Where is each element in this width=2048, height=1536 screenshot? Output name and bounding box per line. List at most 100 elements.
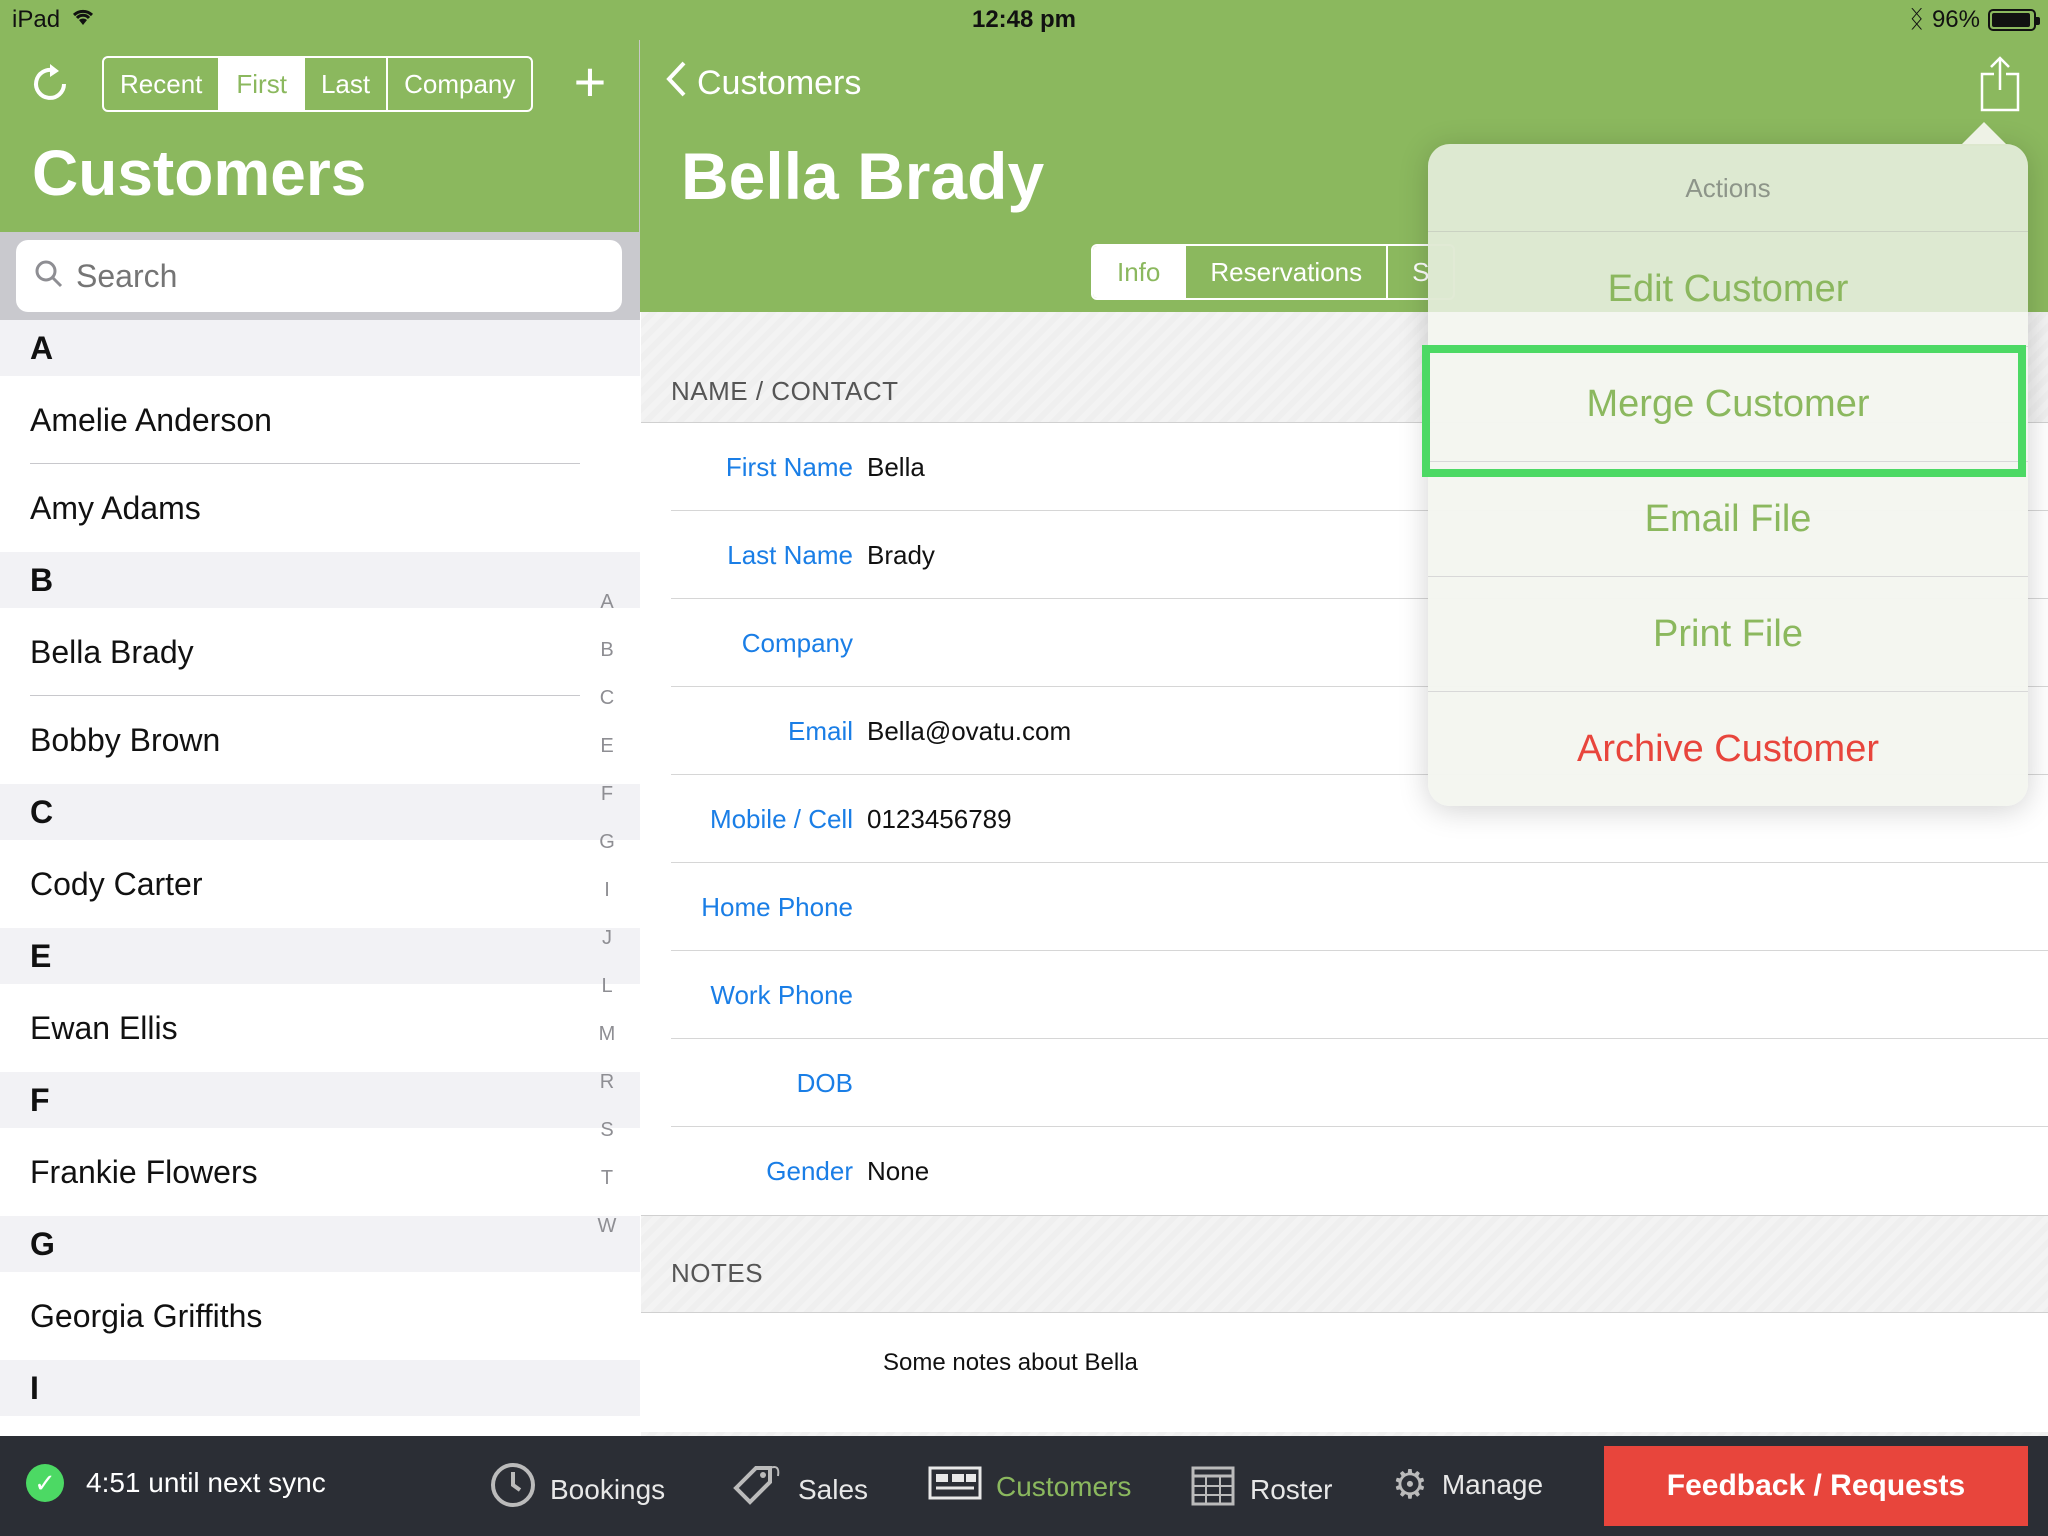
- list-item[interactable]: Frankie Flowers: [0, 1128, 640, 1216]
- customer-name-title: Bella Brady: [681, 139, 1045, 213]
- share-icon[interactable]: [1976, 56, 2024, 112]
- tab-info[interactable]: Info: [1093, 246, 1187, 298]
- checkmark-icon: ✓: [26, 1464, 64, 1502]
- index-letter[interactable]: A: [600, 578, 613, 626]
- detail-tabs: Info Reservations S: [1091, 244, 1456, 300]
- field-value: Bella: [867, 451, 925, 482]
- search-field[interactable]: [16, 240, 622, 312]
- index-letter[interactable]: S: [600, 1106, 613, 1154]
- price-tag-icon: [730, 1462, 784, 1518]
- field-label: Home Phone: [701, 891, 853, 922]
- list-item[interactable]: Cody Carter: [0, 840, 640, 928]
- list-item[interactable]: Bella Brady: [0, 608, 640, 696]
- search-input[interactable]: [76, 257, 576, 295]
- index-letter[interactable]: I: [604, 866, 610, 914]
- clock-icon: [490, 1462, 536, 1518]
- sync-status: ✓ 4:51 until next sync: [26, 1464, 326, 1502]
- nav-sales[interactable]: Sales: [730, 1462, 868, 1518]
- index-letter[interactable]: W: [598, 1202, 617, 1250]
- back-label: Customers: [697, 64, 862, 102]
- index-letter[interactable]: M: [599, 1010, 616, 1058]
- section-index[interactable]: A B C E F G I J L M R S T W: [595, 578, 619, 1250]
- list-item[interactable]: Bobby Brown: [0, 696, 640, 784]
- index-letter[interactable]: C: [600, 674, 614, 722]
- index-letter[interactable]: R: [600, 1058, 614, 1106]
- field-label: Gender: [766, 1155, 853, 1186]
- segment-recent[interactable]: Recent: [104, 58, 221, 110]
- chevron-left-icon: [665, 60, 687, 107]
- merge-customer-button[interactable]: Merge Customer: [1428, 347, 2028, 462]
- refresh-icon[interactable]: [28, 62, 72, 106]
- search-icon: [34, 259, 64, 294]
- field-work-phone[interactable]: Work Phone: [641, 951, 2048, 1039]
- notes-label: NOTES: [671, 1258, 764, 1288]
- nav-manage[interactable]: ⚙ Manage: [1392, 1462, 1543, 1508]
- index-letter[interactable]: T: [601, 1154, 613, 1202]
- index-letter[interactable]: L: [601, 962, 612, 1010]
- notes-text: Some notes about Bella: [883, 1349, 1138, 1376]
- index-letter[interactable]: E: [600, 722, 613, 770]
- nav-label: Customers: [996, 1471, 1132, 1502]
- customers-icon: [928, 1462, 982, 1512]
- add-customer-icon[interactable]: +: [566, 54, 614, 112]
- nav-label: Sales: [798, 1474, 869, 1505]
- nav-roster[interactable]: Roster: [1190, 1462, 1332, 1518]
- field-value: Brady: [867, 539, 935, 570]
- section-header-b: B: [0, 552, 640, 608]
- nav-label: Roster: [1250, 1474, 1333, 1505]
- customer-list-pane: Recent First Last Company + Customers A …: [0, 40, 640, 1436]
- index-letter[interactable]: J: [602, 914, 612, 962]
- calendar-icon: [1190, 1462, 1236, 1518]
- field-value: Bella@ovatu.com: [867, 715, 1072, 746]
- section-header-i: I: [0, 1360, 640, 1416]
- bluetooth-icon: ᛝ: [1909, 6, 1924, 33]
- battery-percent: 96%: [1931, 6, 1980, 33]
- index-letter[interactable]: F: [601, 770, 613, 818]
- list-item[interactable]: Ewan Ellis: [0, 984, 640, 1072]
- section-header-a: A: [0, 320, 640, 376]
- segment-first[interactable]: First: [220, 58, 305, 110]
- customer-list: A Amelie Anderson Amy Adams B Bella Brad…: [0, 320, 640, 1436]
- search-bar: [0, 232, 640, 320]
- email-file-button[interactable]: Email File: [1428, 462, 2028, 577]
- name-contact-label: NAME / CONTACT: [671, 376, 899, 406]
- index-letter[interactable]: B: [600, 626, 613, 674]
- field-dob[interactable]: DOB: [641, 1039, 2048, 1127]
- segment-company[interactable]: Company: [388, 58, 531, 110]
- bottom-tab-bar: ✓ 4:51 until next sync Bookings Sales Cu…: [0, 1436, 2048, 1536]
- feedback-requests-button[interactable]: Feedback / Requests: [1604, 1446, 2028, 1526]
- status-bar: iPad 12:48 pm ᛝ 96%: [0, 0, 2048, 40]
- popover-title: Actions: [1428, 144, 2028, 232]
- notes-section[interactable]: Some notes about Bella: [641, 1312, 2048, 1432]
- tab-reservations[interactable]: Reservations: [1186, 246, 1389, 298]
- edit-customer-button[interactable]: Edit Customer: [1428, 232, 2028, 347]
- page-title: Customers: [32, 137, 367, 209]
- field-label: Email: [787, 715, 853, 746]
- back-button[interactable]: Customers: [665, 60, 861, 107]
- list-item[interactable]: Georgia Griffiths: [0, 1272, 640, 1360]
- actions-popover: Actions Edit Customer Merge Customer Ema…: [1428, 122, 2028, 807]
- nav-bookings[interactable]: Bookings: [490, 1462, 665, 1518]
- field-gender[interactable]: Gender None: [641, 1127, 2048, 1215]
- nav-label: Manage: [1441, 1469, 1544, 1500]
- print-file-button[interactable]: Print File: [1428, 577, 2028, 692]
- field-label: Company: [741, 627, 853, 658]
- battery-icon: [1988, 9, 2040, 31]
- list-item[interactable]: Amelie Anderson: [0, 376, 640, 464]
- archive-customer-button[interactable]: Archive Customer: [1428, 692, 2028, 807]
- field-label: DOB: [796, 1067, 853, 1098]
- field-label: First Name: [725, 451, 853, 482]
- list-item[interactable]: Amy Adams: [0, 464, 640, 552]
- field-label: Mobile / Cell: [709, 803, 853, 834]
- status-time: 12:48 pm: [971, 6, 1077, 33]
- segment-last[interactable]: Last: [305, 58, 389, 110]
- field-label: Last Name: [727, 539, 853, 570]
- index-letter[interactable]: G: [599, 818, 615, 866]
- section-header-c: C: [0, 784, 640, 840]
- field-home-phone[interactable]: Home Phone: [641, 863, 2048, 951]
- field-label: Work Phone: [710, 979, 853, 1010]
- nav-customers[interactable]: Customers: [928, 1462, 1131, 1512]
- field-value: None: [867, 1155, 930, 1186]
- section-header-g: G: [0, 1216, 640, 1272]
- section-header-e: E: [0, 928, 640, 984]
